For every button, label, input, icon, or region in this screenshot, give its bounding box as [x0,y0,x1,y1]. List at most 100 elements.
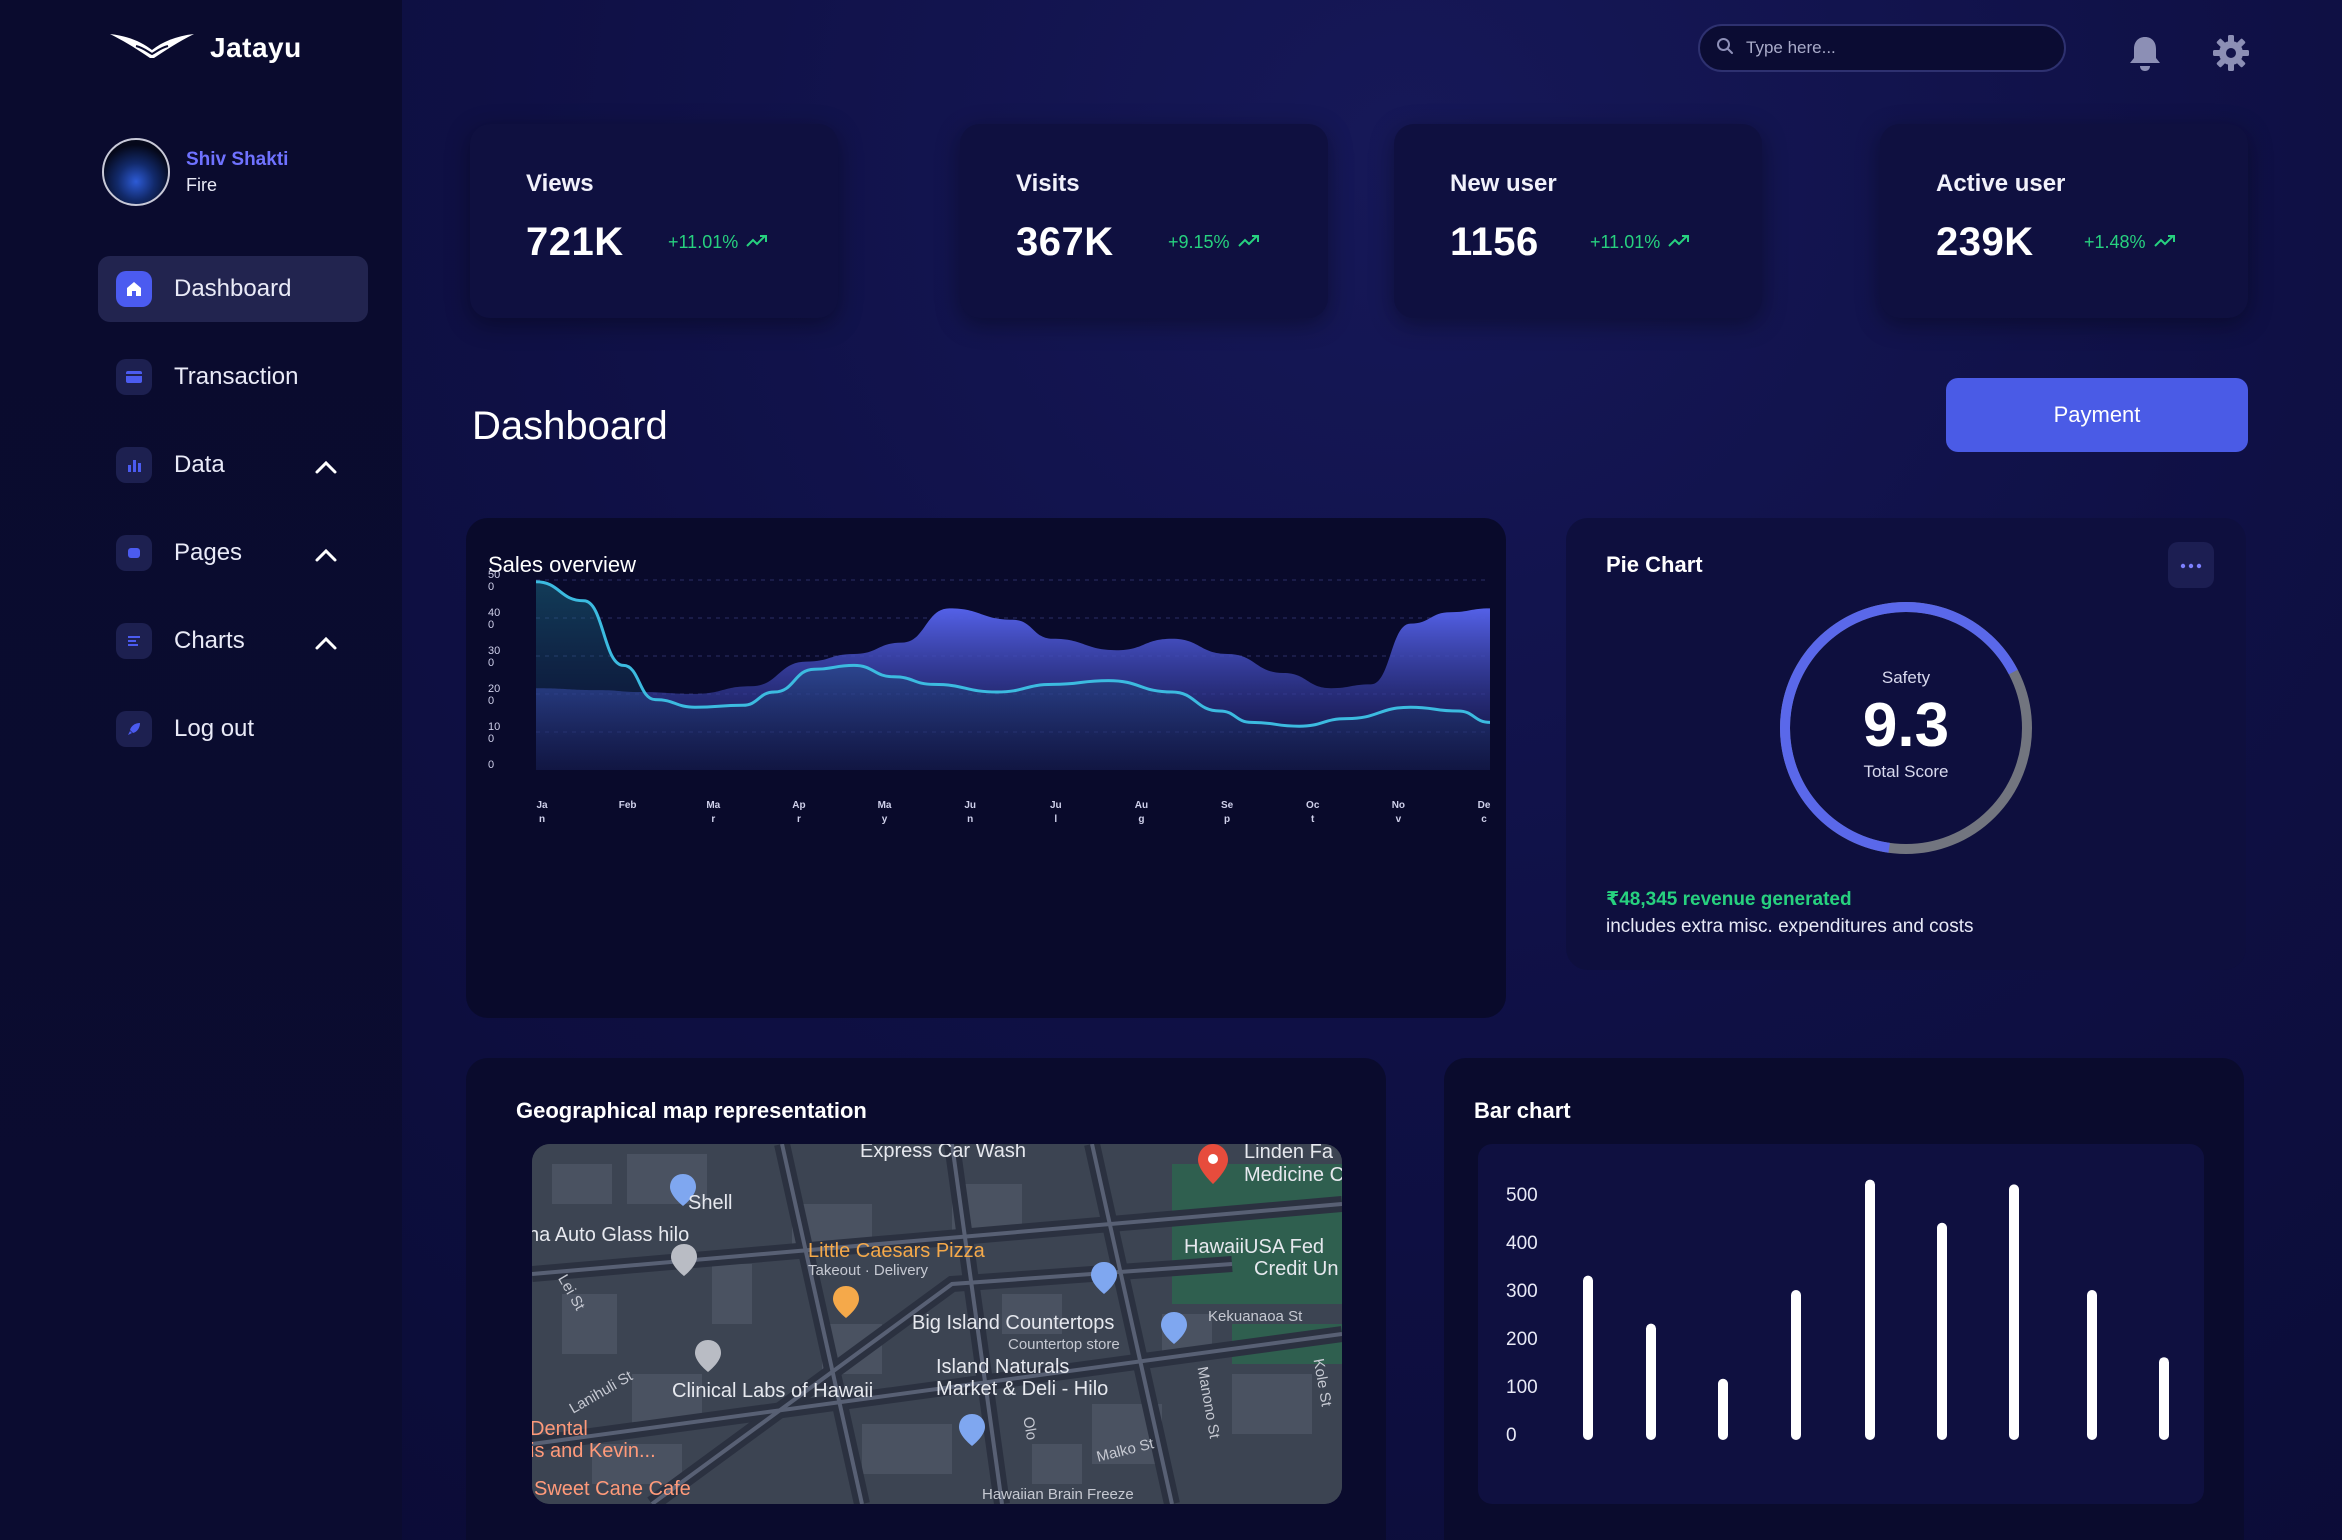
search-input[interactable] [1746,38,2046,58]
chart-icon [116,623,152,659]
map-label: Island Naturals [936,1356,1070,1378]
chevron-up-icon[interactable] [314,542,338,570]
sidebar-item-dashboard[interactable]: Dashboard [98,256,368,322]
x-tick-label: l [1054,814,1057,825]
bar [1791,1290,1801,1440]
bar-chart-icon [116,447,152,483]
map-label: ha Auto Glass hilo [532,1224,690,1246]
x-tick-label: y [882,814,888,825]
bar-chart-panel: 500 400 300 200 100 0 [1478,1144,2204,1504]
y-tick-label: 100 [1506,1377,1538,1398]
app-root: Jatayu Shiv Shakti Fire Dashboard Transa… [0,0,2342,1540]
map-label: Credit Un [1254,1258,1339,1280]
map-label: Clinical Labs of Hawaii [672,1380,874,1402]
trend-up-icon [1237,232,1260,253]
map-view[interactable]: Express Car Wash Linden Fa Medicine C Sh… [532,1144,1342,1504]
x-tick-label: Se [1221,800,1234,811]
x-tick-label: n [539,814,545,825]
y-tick-label: 500 [1506,1185,1538,1206]
map-label: Big Island Countertops [912,1312,1115,1334]
x-tick-label: No [1392,800,1405,811]
sidebar-item-label: Transaction [174,363,299,390]
page-icon [116,535,152,571]
stat-value: 367K [1016,220,1114,264]
rocket-icon [116,711,152,747]
search-bar[interactable] [1698,24,2066,72]
gear-icon[interactable] [2212,34,2250,77]
bar [2087,1290,2097,1440]
pie-chart-title: Pie Chart [1606,552,1703,577]
map-label: Takeout · Delivery [808,1262,929,1279]
stat-change: +11.01% [1590,232,1690,253]
stat-label: Active user [1936,170,2066,197]
user-name: Shiv Shakti [186,148,289,170]
bar-chart-card: Bar chart 500 400 300 200 100 0 [1444,1058,2244,1540]
sidebar-item-label: Dashboard [174,275,292,302]
stat-change: +9.15% [1168,232,1260,253]
gauge-value: 9.3 [1862,691,1950,760]
y-tick-label: 300 [1506,1281,1538,1302]
trend-up-icon [1668,232,1690,253]
bar-chart-title: Bar chart [1474,1098,1571,1123]
chevron-up-icon[interactable] [314,454,338,482]
x-tick-label: Ju [964,800,976,811]
y-tick-label: 0 [1506,1425,1517,1446]
revenue-note: includes extra misc. expenditures and co… [1606,916,1974,937]
y-tick-label: 0 [488,733,494,745]
stat-label: Visits [1016,170,1080,197]
y-tick-label: 0 [488,657,494,669]
bar-chart: 500 400 300 200 100 0 [1506,1179,2169,1446]
x-tick-label: De [1478,800,1491,811]
map-label: Linden Fa [1244,1144,1333,1163]
stat-value: 239K [1936,220,2034,264]
sidebar-nav: Dashboard Transaction Data Pages Charts … [98,256,368,762]
more-options-button[interactable] [2168,542,2214,588]
home-icon [116,271,152,307]
bar [2159,1357,2169,1440]
bar [1583,1275,1593,1440]
stat-label: New user [1450,170,1557,197]
sidebar-item-data[interactable]: Data [98,432,368,498]
map-label: Kekuanaoa St [1208,1308,1303,1325]
sidebar-item-label: Pages [174,539,243,566]
sales-area-chart: 5004003002001000JanFeb MarAprMayJunJulAug… [488,569,1491,825]
x-tick-label: Ju [1050,800,1062,811]
brand-name: Jatayu [210,31,302,63]
avatar [102,138,170,206]
x-tick-label: r [797,814,801,825]
x-tick-label: Oc [1306,800,1320,811]
bell-icon[interactable] [2128,34,2162,77]
pie-chart-card: Pie Chart Safety 9.3 Total Score ₹48,345… [1566,518,2246,970]
y-tick-label: 30 [488,645,500,657]
map-label: Dental [532,1418,588,1440]
sidebar-item-charts[interactable]: Charts [98,608,368,674]
trend-up-icon [2153,232,2176,253]
brand[interactable]: Jatayu [108,30,302,65]
stat-card-views[interactable]: Views 721K +11.01% [470,124,838,318]
payment-button[interactable]: Payment [1946,378,2248,452]
sidebar-item-logout[interactable]: Log out [98,696,368,762]
y-tick-label: 40 [488,607,500,619]
stat-card-new-user[interactable]: New user 1156 +11.01% [1394,124,1762,318]
stat-card-visits[interactable]: Visits 367K +9.15% [960,124,1328,318]
x-tick-label: r [711,814,715,825]
sidebar-item-pages[interactable]: Pages [98,520,368,586]
map-label: Hawaiian Brain Freeze [982,1486,1134,1503]
map-label: Medicine C [1244,1164,1342,1186]
x-tick-label: Au [1135,800,1148,811]
map-label: Little Caesars Pizza [808,1240,985,1262]
bar [2009,1184,2019,1440]
x-tick-label: g [1138,814,1144,825]
sidebar: Jatayu Shiv Shakti Fire Dashboard Transa… [0,0,402,1540]
sidebar-item-label: Data [174,451,225,478]
sidebar-item-transaction[interactable]: Transaction [98,344,368,410]
x-tick-label: p [1224,814,1230,825]
bar [1865,1179,1875,1440]
map-label: Sweet Cane Cafe [534,1478,691,1500]
stat-card-active-user[interactable]: Active user 239K +1.48% [1880,124,2248,318]
stat-value: 1156 [1450,220,1539,264]
revenue-text: ₹48,345 revenue generated [1606,889,1852,910]
eagle-logo-icon [108,30,196,65]
user-profile[interactable]: Shiv Shakti Fire [102,138,288,206]
chevron-up-icon[interactable] [314,630,338,658]
